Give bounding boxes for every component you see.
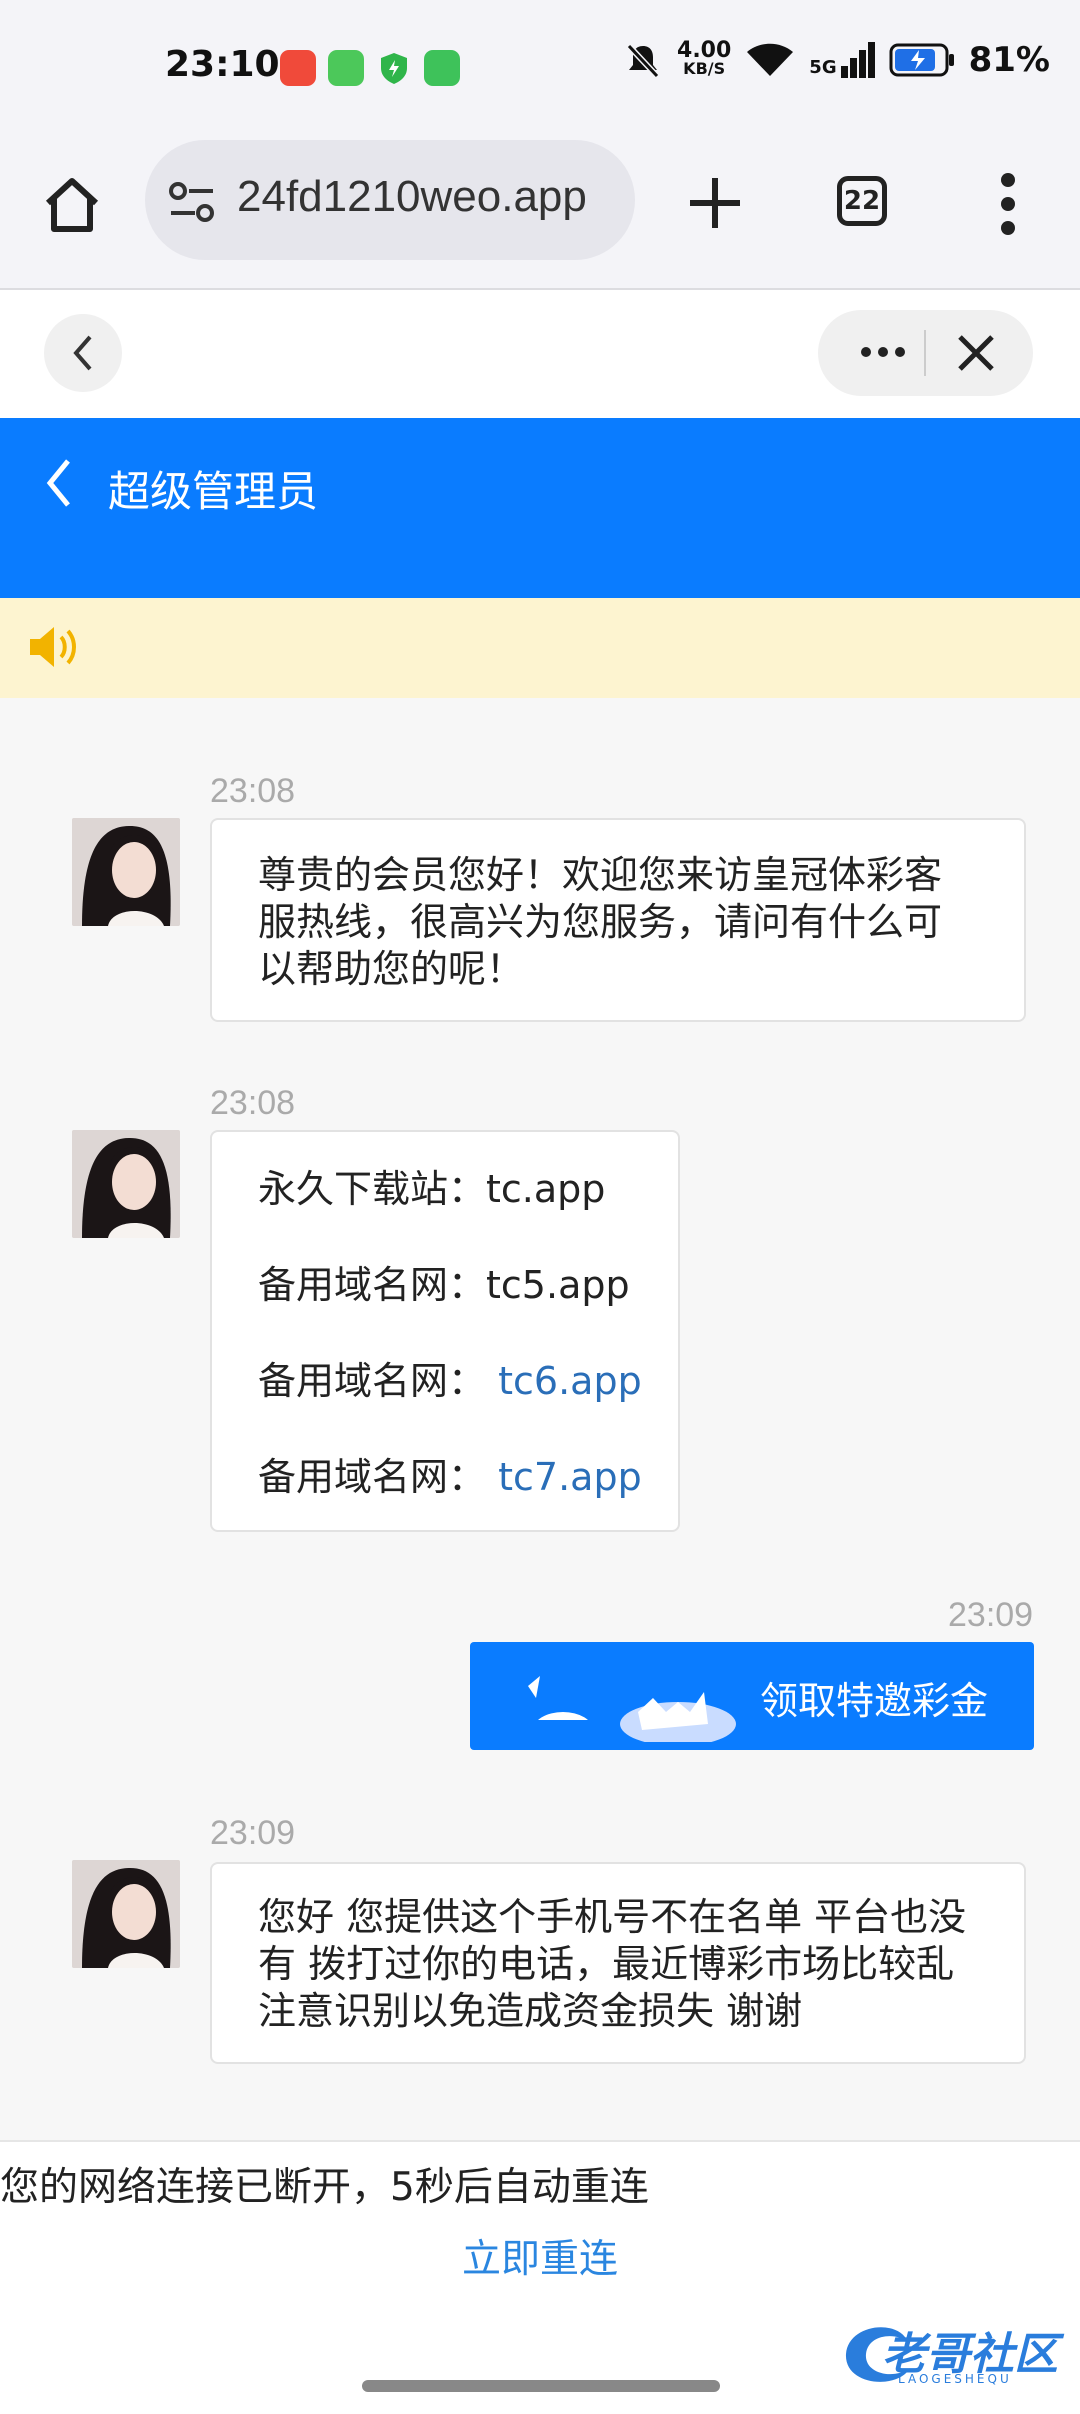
net-speed: 4.00 KB/S xyxy=(677,38,732,78)
more-dots-icon[interactable] xyxy=(858,340,908,364)
chat-header: 超级管理员 xyxy=(0,418,1080,598)
gesture-home-bar[interactable] xyxy=(362,2380,720,2392)
link-row: 备用域名网： tc7.app xyxy=(258,1454,642,1501)
net-speed-unit: KB/S xyxy=(683,59,726,78)
link-row: 备用域名网：tc5.app xyxy=(258,1262,630,1309)
home-icon[interactable] xyxy=(40,173,104,237)
redacted-emoji-icon xyxy=(528,1676,736,1742)
status-bar: 23:10 4.00 KB/S 5G 81% xyxy=(0,0,1080,138)
address-bar[interactable]: 24fd1210weo.app xyxy=(145,140,635,260)
link-text: tc5.app xyxy=(486,1263,630,1307)
container-bar xyxy=(0,290,1080,418)
chevron-left-icon xyxy=(73,335,92,371)
domain-link[interactable]: tc7.app xyxy=(498,1455,642,1499)
reconnect-link[interactable]: 立即重连 xyxy=(0,2228,1080,2284)
message-line: 您好 您提供这个手机号不在名单 平台也没 xyxy=(258,1895,967,1939)
message-line: 以帮助您的呢！ xyxy=(258,947,525,991)
link-label: 永久下载站： xyxy=(258,1167,487,1211)
notification-icons xyxy=(280,50,460,86)
link-label: 备用域名网： xyxy=(258,1455,487,1499)
avatar[interactable] xyxy=(72,1860,180,1968)
new-tab-icon[interactable] xyxy=(685,173,745,233)
own-message-text: 领取特邀彩金 xyxy=(760,1679,989,1723)
signal-icon: 5G xyxy=(809,42,875,78)
message-bubble-links: 永久下载站：tc.app 备用域名网：tc5.app 备用域名网： tc6.ap… xyxy=(210,1130,680,1532)
link-text: tc.app xyxy=(486,1167,606,1211)
capsule-divider xyxy=(924,330,926,376)
shield-icon xyxy=(381,53,407,84)
message-line: 尊贵的会员您好！欢迎您来访皇冠体彩客 xyxy=(258,853,943,897)
own-message-bubble: 领取特邀彩金 xyxy=(470,1642,1034,1750)
message-line: 注意识别以免造成资金损失 谢谢 xyxy=(258,1989,803,2033)
network-type: 5G xyxy=(809,57,837,78)
network-status-panel: 您的网络连接已断开，5秒后自动重连 立即重连 老哥社区 LAOGESHEQU xyxy=(0,2140,1080,2414)
status-right: 4.00 KB/S 5G 81% xyxy=(623,40,1050,80)
avatar[interactable] xyxy=(72,1130,180,1238)
message-bubble: 尊贵的会员您好！欢迎您来访皇冠体彩客 服热线，很高兴为您服务，请问有什么可 以帮… xyxy=(210,818,1026,1022)
chat-title: 超级管理员 xyxy=(108,467,319,516)
link-label: 备用域名网： xyxy=(258,1359,487,1403)
link-row: 备用域名网： tc6.app xyxy=(258,1358,642,1405)
messages-icon xyxy=(328,50,364,86)
message-time: 23:09 xyxy=(948,1596,1034,1634)
battery-percent: 81% xyxy=(968,40,1050,80)
message-time: 23:09 xyxy=(210,1814,296,1852)
message-line: 服热线，很高兴为您服务，请问有什么可 xyxy=(258,900,943,944)
link-row: 永久下载站：tc.app xyxy=(258,1166,605,1213)
wifi-icon xyxy=(747,43,794,76)
message-line: 有 拨打过你的电话，最近博彩市场比较乱 xyxy=(258,1942,955,1986)
phone-icon xyxy=(424,50,460,86)
watermark-logo: 老哥社区 LAOGESHEQU xyxy=(838,2314,1068,2394)
browser-toolbar: 24fd1210weo.app 22 xyxy=(0,138,1080,290)
net-speed-value: 4.00 xyxy=(677,38,732,63)
domain-link[interactable]: tc6.app xyxy=(498,1359,642,1403)
announcement-bar xyxy=(0,598,1080,698)
app-notification-icon xyxy=(280,50,316,86)
back-button[interactable] xyxy=(44,314,122,392)
battery-icon xyxy=(889,43,954,77)
network-disconnected-text: 您的网络连接已断开，5秒后自动重连 xyxy=(0,2165,649,2210)
chat-back-icon[interactable] xyxy=(40,453,80,513)
mute-icon xyxy=(626,43,660,79)
avatar[interactable] xyxy=(72,818,180,926)
more-menu-icon[interactable] xyxy=(998,172,1018,236)
speaker-icon xyxy=(30,627,76,667)
link-label: 备用域名网： xyxy=(258,1263,487,1307)
message-time: 23:08 xyxy=(210,772,296,810)
message-bubble: 您好 您提供这个手机号不在名单 平台也没 有 拨打过你的电话，最近博彩市场比较乱… xyxy=(210,1862,1026,2064)
tab-count-button[interactable]: 22 xyxy=(837,176,887,226)
watermark-subtext: LAOGESHEQU xyxy=(898,2372,1012,2386)
close-icon[interactable] xyxy=(955,332,997,374)
site-settings-icon[interactable] xyxy=(167,180,217,224)
status-time: 23:10 xyxy=(165,44,280,85)
capsule-menu xyxy=(818,310,1033,396)
url-text: 24fd1210weo.app xyxy=(237,172,587,221)
message-time: 23:08 xyxy=(210,1084,296,1122)
